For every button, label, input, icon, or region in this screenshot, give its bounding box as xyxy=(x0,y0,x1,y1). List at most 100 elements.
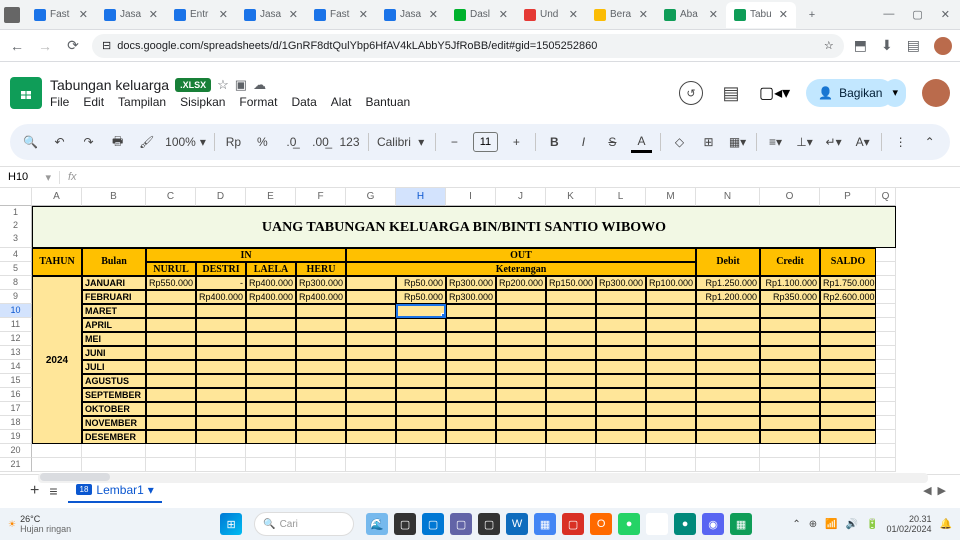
italic-button[interactable]: I xyxy=(573,131,594,153)
tab-close-icon[interactable]: ✕ xyxy=(499,8,508,21)
data-cell[interactable] xyxy=(346,332,396,346)
data-cell[interactable] xyxy=(446,388,496,402)
data-cell[interactable]: Rp50.000 xyxy=(396,276,446,290)
month-cell[interactable]: SEPTEMBER xyxy=(82,388,146,402)
cell[interactable] xyxy=(446,444,496,458)
tab-close-icon[interactable]: ✕ xyxy=(79,8,88,21)
data-cell[interactable] xyxy=(346,290,396,304)
data-cell[interactable] xyxy=(246,374,296,388)
data-cell[interactable] xyxy=(346,318,396,332)
site-info-icon[interactable]: ⊟ xyxy=(102,39,111,52)
share-button[interactable]: 👤 Bagikan xyxy=(806,79,894,107)
data-cell[interactable] xyxy=(146,388,196,402)
data-cell[interactable] xyxy=(146,416,196,430)
row-header[interactable]: 21 xyxy=(0,458,32,472)
data-cell[interactable]: Rp400.000 xyxy=(246,290,296,304)
data-cell[interactable] xyxy=(760,346,820,360)
data-cell[interactable] xyxy=(196,416,246,430)
taskbar-app-icon[interactable]: ▢ xyxy=(478,513,500,535)
data-cell[interactable] xyxy=(546,346,596,360)
data-cell[interactable] xyxy=(246,346,296,360)
data-cell[interactable]: Rp300.000 xyxy=(596,276,646,290)
data-cell[interactable] xyxy=(396,318,446,332)
browser-tab[interactable]: Und✕ xyxy=(516,2,586,28)
wrap-button[interactable]: ↵▾ xyxy=(823,131,844,153)
browser-tab[interactable]: Entr✕ xyxy=(166,2,236,28)
taskbar-app-icon[interactable]: ● xyxy=(674,513,696,535)
data-cell[interactable]: Rp1.200.000 xyxy=(696,290,760,304)
data-cell[interactable]: Rp350.000 xyxy=(760,290,820,304)
data-cell[interactable] xyxy=(596,290,646,304)
data-cell[interactable] xyxy=(696,416,760,430)
cell[interactable] xyxy=(696,444,760,458)
data-cell[interactable] xyxy=(646,290,696,304)
data-cell[interactable] xyxy=(760,360,820,374)
cell[interactable] xyxy=(396,444,446,458)
data-cell[interactable] xyxy=(196,374,246,388)
data-cell[interactable] xyxy=(346,388,396,402)
browser-tab[interactable]: Fast✕ xyxy=(306,2,376,28)
cell[interactable] xyxy=(496,458,546,472)
cell[interactable] xyxy=(876,416,896,430)
data-cell[interactable] xyxy=(446,332,496,346)
data-cell[interactable] xyxy=(246,430,296,444)
data-cell[interactable] xyxy=(446,304,496,318)
tab-close-icon[interactable]: ✕ xyxy=(429,8,438,21)
v-align-button[interactable]: ⊥▾ xyxy=(794,131,815,153)
cell[interactable] xyxy=(876,458,896,472)
data-cell[interactable] xyxy=(820,430,876,444)
data-cell[interactable] xyxy=(596,360,646,374)
decrease-decimal-button[interactable]: .0̲ xyxy=(281,131,302,153)
data-cell[interactable] xyxy=(596,318,646,332)
data-cell[interactable] xyxy=(296,360,346,374)
weather-widget[interactable]: ☀ 26°CHujan ringan xyxy=(8,514,71,534)
data-cell[interactable] xyxy=(246,388,296,402)
data-cell[interactable] xyxy=(496,346,546,360)
cell[interactable] xyxy=(82,444,146,458)
profile-icon[interactable] xyxy=(934,37,952,55)
data-cell[interactable] xyxy=(446,416,496,430)
data-cell[interactable] xyxy=(146,346,196,360)
tray-clock[interactable]: 20.3101/02/2024 xyxy=(887,514,932,534)
tray-language-icon[interactable]: ⊕ xyxy=(809,519,817,530)
data-cell[interactable]: Rp400.000 xyxy=(296,290,346,304)
header-keterangan[interactable]: Keterangan xyxy=(346,262,696,276)
data-cell[interactable]: Rp300.000 xyxy=(296,276,346,290)
tray-battery-icon[interactable]: 🔋 xyxy=(866,519,878,530)
col-header[interactable]: C xyxy=(146,188,196,206)
tray-volume-icon[interactable]: 🔊 xyxy=(846,519,858,530)
tray-wifi-icon[interactable]: 📶 xyxy=(825,519,837,530)
cell[interactable] xyxy=(876,360,896,374)
data-cell[interactable] xyxy=(396,388,446,402)
data-cell[interactable] xyxy=(346,416,396,430)
data-cell[interactable]: Rp2.600.000 xyxy=(820,290,876,304)
cell[interactable] xyxy=(296,458,346,472)
sheet-tab-menu-icon[interactable]: ▾ xyxy=(148,483,154,497)
data-cell[interactable] xyxy=(396,304,446,318)
data-cell[interactable] xyxy=(760,402,820,416)
font-select[interactable]: Calibri ▾ xyxy=(377,135,427,149)
text-color-button[interactable]: A xyxy=(631,131,652,153)
cell[interactable] xyxy=(32,458,82,472)
taskbar-app-icon[interactable]: ▦ xyxy=(534,513,556,535)
data-cell[interactable] xyxy=(196,388,246,402)
data-cell[interactable] xyxy=(146,360,196,374)
data-cell[interactable] xyxy=(546,402,596,416)
data-cell[interactable] xyxy=(496,290,546,304)
data-cell[interactable] xyxy=(496,402,546,416)
data-cell[interactable] xyxy=(396,374,446,388)
browser-tab[interactable]: Bera✕ xyxy=(586,2,656,28)
row-header[interactable]: 8 xyxy=(0,276,32,290)
menu-file[interactable]: File xyxy=(50,95,69,109)
taskbar-app-icon[interactable]: ▢ xyxy=(394,513,416,535)
header-in-col[interactable]: LAELA xyxy=(246,262,296,276)
col-header[interactable]: N xyxy=(696,188,760,206)
all-sheets-button[interactable]: ≡ xyxy=(49,483,57,499)
cell[interactable] xyxy=(876,276,896,290)
data-cell[interactable] xyxy=(596,430,646,444)
data-cell[interactable] xyxy=(646,346,696,360)
cell[interactable] xyxy=(876,290,896,304)
data-cell[interactable] xyxy=(446,402,496,416)
data-cell[interactable] xyxy=(596,332,646,346)
data-cell[interactable] xyxy=(596,416,646,430)
